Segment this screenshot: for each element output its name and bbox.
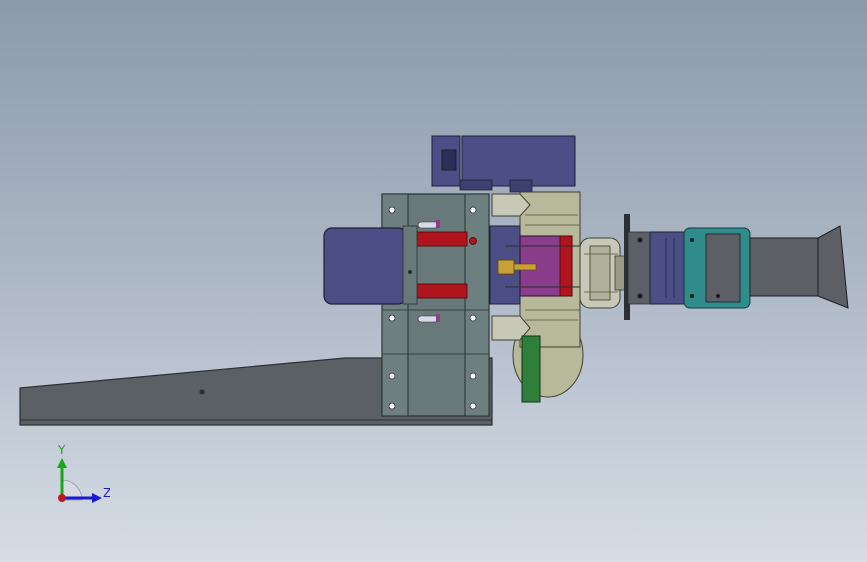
z-axis-label: Z bbox=[103, 486, 110, 500]
top-motor bbox=[461, 135, 576, 187]
z-axis-arrow bbox=[92, 493, 102, 503]
nozzle-tube bbox=[749, 237, 823, 297]
y-axis-label: Y bbox=[57, 443, 66, 457]
left-motor bbox=[323, 227, 407, 305]
cad-viewport[interactable]: Y Z bbox=[0, 0, 867, 562]
nozzle-flare bbox=[817, 225, 849, 309]
clamp-body bbox=[649, 231, 685, 305]
y-axis-arrow bbox=[57, 458, 67, 468]
brass-pin bbox=[497, 259, 515, 275]
orientation-triad: Y Z bbox=[57, 443, 110, 503]
green-bracket bbox=[521, 335, 541, 403]
x-axis-dot bbox=[58, 494, 66, 502]
cad-model-view[interactable] bbox=[0, 0, 867, 562]
